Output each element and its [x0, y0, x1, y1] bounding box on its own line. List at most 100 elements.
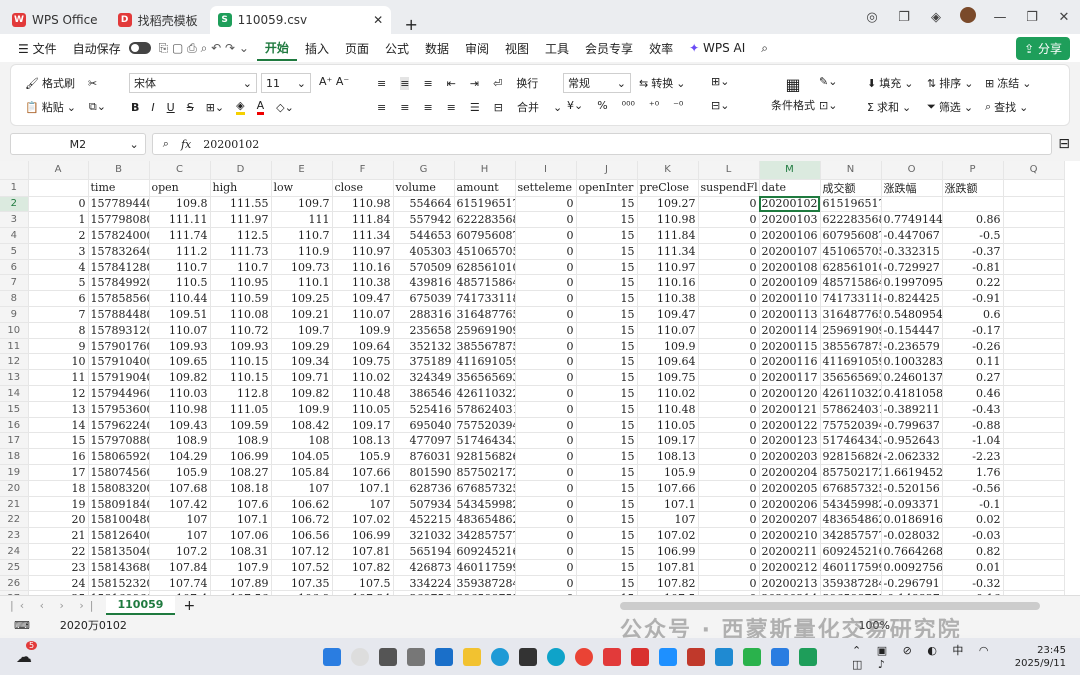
filter-button[interactable]: ⏷ 筛选 ⌄: [927, 99, 973, 115]
cell[interactable]: 439816: [393, 274, 455, 292]
cell[interactable]: 0.01: [942, 559, 1004, 576]
font-color-icon[interactable]: A: [256, 99, 265, 115]
cell[interactable]: 109.64: [637, 353, 699, 371]
cell[interactable]: 19: [28, 496, 89, 513]
cell[interactable]: 0.7749144: [881, 211, 943, 229]
cell[interactable]: 107.52: [271, 559, 333, 576]
cell[interactable]: 111.2: [149, 243, 211, 260]
cell[interactable]: 107.66: [332, 464, 394, 481]
cell[interactable]: time: [88, 179, 150, 197]
cell[interactable]: 157910400: [88, 353, 150, 371]
cell[interactable]: 0: [698, 559, 760, 576]
cell[interactable]: 615196517: [454, 196, 516, 213]
cell[interactable]: 109.29: [271, 338, 333, 355]
row-header[interactable]: 10: [0, 322, 29, 339]
cell[interactable]: -0.332315: [881, 243, 943, 260]
convert-button[interactable]: ⇆ 转换 ⌄: [639, 75, 685, 91]
cell[interactable]: 259691909: [820, 322, 882, 339]
edge-icon[interactable]: [491, 647, 509, 666]
cell[interactable]: 0: [515, 496, 577, 513]
cell[interactable]: 0.0092756: [881, 559, 943, 576]
cell[interactable]: 0: [698, 543, 760, 560]
tab-docer-templates[interactable]: D 找稻壳模板: [110, 6, 206, 34]
cell[interactable]: 24: [28, 575, 89, 592]
cell[interactable]: 20200204: [759, 464, 821, 481]
cell[interactable]: 0.82: [942, 543, 1004, 560]
column-header[interactable]: K: [637, 161, 699, 180]
menu-item-formula[interactable]: 公式: [377, 40, 417, 57]
cell[interactable]: 525416: [393, 401, 455, 418]
cell[interactable]: 20200212: [759, 559, 821, 576]
cell[interactable]: 0: [698, 448, 760, 466]
cell[interactable]: 108.27: [210, 464, 272, 481]
cell[interactable]: [1003, 417, 1065, 434]
style-icon[interactable]: ✎⌄: [819, 75, 837, 88]
cell[interactable]: 109.43: [149, 417, 211, 434]
cell[interactable]: 352132: [393, 338, 455, 355]
cell[interactable]: 757520394: [454, 417, 516, 434]
cell[interactable]: -0.81: [942, 259, 1004, 276]
cell[interactable]: 0: [515, 353, 577, 371]
cell[interactable]: 288316: [393, 306, 455, 323]
cell[interactable]: 111.84: [332, 211, 394, 229]
cell[interactable]: [1003, 259, 1065, 276]
cell[interactable]: 110.98: [332, 196, 394, 213]
cell[interactable]: [1003, 353, 1065, 371]
cell[interactable]: [1003, 274, 1065, 292]
cell[interactable]: 157858560: [88, 290, 150, 308]
cell[interactable]: 676857325: [454, 480, 516, 497]
cell[interactable]: 356565693: [820, 369, 882, 387]
cell[interactable]: 107: [637, 511, 699, 529]
cell[interactable]: amount: [454, 179, 516, 197]
cell[interactable]: 109.17: [332, 417, 394, 434]
cell[interactable]: 157893120: [88, 322, 150, 339]
minimize-button[interactable]: —: [984, 10, 1016, 25]
search-icon[interactable]: [351, 647, 369, 666]
wrap-button[interactable]: 换行: [516, 75, 538, 91]
cell[interactable]: 108.31: [210, 543, 272, 560]
cell[interactable]: 111.05: [210, 401, 272, 418]
cell[interactable]: 108.13: [637, 448, 699, 466]
cell[interactable]: 109.75: [637, 369, 699, 387]
terminal-icon[interactable]: [799, 647, 817, 666]
cell[interactable]: 0: [698, 243, 760, 260]
cell[interactable]: 544653: [393, 227, 455, 244]
cell[interactable]: 成交额: [820, 179, 882, 197]
cell[interactable]: 158074560: [88, 464, 150, 481]
cell[interactable]: 107.42: [149, 496, 211, 513]
cell[interactable]: 20200122: [759, 417, 821, 434]
cell[interactable]: -0.824425: [881, 290, 943, 308]
conditional-format-button[interactable]: ▦ 条件格式: [771, 75, 815, 113]
cell[interactable]: 105.84: [271, 464, 333, 481]
row-header[interactable]: 23: [0, 527, 29, 545]
cell[interactable]: 483654862: [820, 511, 882, 529]
cell[interactable]: 110.7: [210, 259, 272, 276]
column-header[interactable]: N: [820, 161, 882, 180]
cell[interactable]: 876031: [393, 448, 455, 466]
row-header[interactable]: 8: [0, 290, 29, 308]
cell[interactable]: 0: [698, 385, 760, 402]
cell[interactable]: 15: [576, 448, 638, 466]
new-tab-button[interactable]: +: [391, 15, 431, 34]
cell[interactable]: -0.43: [942, 401, 1004, 418]
cell[interactable]: 111.55: [210, 196, 272, 213]
underline-button[interactable]: U: [167, 101, 175, 114]
cell[interactable]: 108.42: [271, 417, 333, 434]
cell[interactable]: 628736: [393, 480, 455, 497]
cell[interactable]: 0: [515, 369, 577, 387]
number-style-group[interactable]: ¥⌄% ⁰⁰⁰ ⁺⁰ ⁻⁰: [567, 99, 683, 112]
cell[interactable]: 110.05: [637, 417, 699, 434]
cell[interactable]: 316487765: [820, 306, 882, 323]
cell[interactable]: -0.1: [942, 496, 1004, 513]
browser-icon[interactable]: [547, 647, 565, 666]
cell[interactable]: 20200206: [759, 496, 821, 513]
cell[interactable]: 0: [698, 322, 760, 339]
cell[interactable]: 15: [576, 575, 638, 592]
cell[interactable]: preClose: [637, 179, 699, 197]
cell[interactable]: close: [332, 179, 394, 197]
clear-icon[interactable]: ◇⌄: [276, 101, 294, 114]
column-header[interactable]: B: [88, 161, 150, 180]
cell[interactable]: 110.38: [637, 290, 699, 308]
row-header[interactable]: 3: [0, 211, 29, 229]
cell[interactable]: 485715864: [820, 274, 882, 292]
